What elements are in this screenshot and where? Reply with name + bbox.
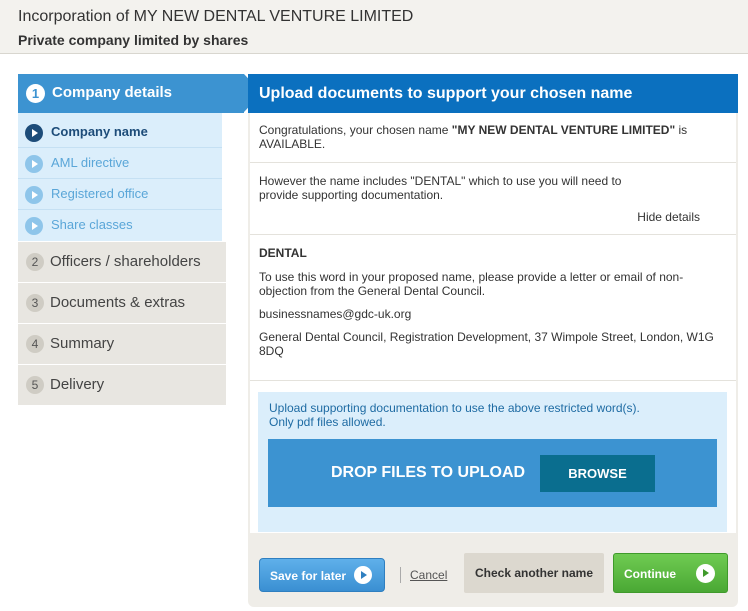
contact-email: businessnames@gdc-uk.org (259, 307, 412, 321)
step-label: Documents & extras (50, 294, 186, 311)
availability-prefix: Congratulations, your chosen name (259, 123, 452, 137)
upload-hint-line: Upload supporting documentation to use t… (269, 401, 640, 415)
save-label: Save for later (270, 569, 347, 583)
instruction-line: objection from the General Dental Counci… (259, 284, 486, 298)
panel-body: Congratulations, your chosen name "MY NE… (250, 113, 736, 533)
continue-button[interactable]: Continue (613, 553, 728, 593)
arrow-circle-icon (696, 564, 715, 583)
step-officers-shareholders[interactable]: 2 Officers / shareholders (18, 241, 226, 282)
restriction-line: provide supporting documentation. (259, 188, 444, 202)
browse-button[interactable]: BROWSE (540, 455, 655, 492)
step-number: 1 (26, 84, 45, 103)
substep-label: Share classes (51, 217, 133, 232)
continue-label: Continue (624, 567, 676, 581)
substep-list: Company name AML directive Registered of… (18, 113, 222, 241)
restriction-notice: However the name includes "DENTAL" which… (250, 163, 736, 235)
instruction-line: To use this word in your proposed name, … (259, 270, 684, 284)
save-for-later-button[interactable]: Save for later (259, 558, 385, 592)
file-dropzone[interactable]: DROP FILES TO UPLOAD BROWSE (268, 439, 717, 507)
step-summary[interactable]: 4 Summary (18, 323, 226, 364)
substep-share-classes[interactable]: Share classes (18, 210, 222, 241)
substep-label: Company name (51, 124, 148, 139)
address-line: 8DQ (259, 344, 284, 358)
substep-registered-office[interactable]: Registered office (18, 179, 222, 210)
arrow-circle-icon (25, 124, 43, 142)
availability-message: Congratulations, your chosen name "MY NE… (250, 113, 736, 163)
step-label: Summary (50, 335, 115, 352)
page-subtitle: Private company limited by shares (18, 32, 249, 48)
address-line: General Dental Council, Registration Dev… (259, 330, 714, 344)
cancel-link[interactable]: Cancel (410, 568, 447, 582)
instruction-text: To use this word in your proposed name, … (259, 270, 727, 298)
step-documents-extras[interactable]: 3 Documents & extras (18, 282, 226, 323)
step-number: 3 (26, 294, 44, 312)
divider (400, 567, 401, 583)
upload-panel: Upload documents to support your chosen … (248, 74, 738, 607)
step-label: Company details (52, 84, 173, 101)
step-number: 4 (26, 335, 44, 353)
upload-hint: Upload supporting documentation to use t… (269, 401, 640, 429)
restriction-line: However the name includes "DENTAL" which… (259, 174, 622, 188)
step-company-details[interactable]: 1 Company details (18, 74, 262, 113)
contact-address: General Dental Council, Registration Dev… (259, 330, 727, 358)
page-header: Incorporation of MY NEW DENTAL VENTURE L… (0, 0, 748, 54)
step-label: Delivery (50, 376, 105, 393)
arrow-circle-icon (354, 566, 372, 584)
step-number: 5 (26, 376, 44, 394)
substep-aml-directive[interactable]: AML directive (18, 148, 222, 179)
step-label: Officers / shareholders (50, 253, 201, 270)
substep-company-name[interactable]: Company name (18, 117, 222, 148)
panel-title: Upload documents to support your chosen … (248, 74, 738, 113)
progress-sidebar: 1 Company details Company name AML direc… (18, 74, 262, 405)
substep-label: AML directive (51, 155, 130, 170)
step-delivery[interactable]: 5 Delivery (18, 364, 226, 405)
step-number: 2 (26, 253, 44, 271)
chosen-name: "MY NEW DENTAL VENTURE LIMITED" (451, 123, 676, 137)
hide-details-link[interactable]: Hide details (637, 210, 700, 224)
substep-label: Registered office (51, 186, 149, 201)
upload-hint-line: Only pdf files allowed. (269, 415, 386, 429)
arrow-circle-icon (25, 217, 43, 235)
arrow-circle-icon (25, 186, 43, 204)
page-title: Incorporation of MY NEW DENTAL VENTURE L… (18, 8, 414, 25)
restricted-word-details: DENTAL To use this word in your proposed… (250, 235, 736, 381)
restricted-word: DENTAL (259, 246, 307, 260)
drop-files-label: DROP FILES TO UPLOAD (331, 464, 526, 481)
check-another-name-button[interactable]: Check another name (464, 553, 604, 593)
upload-area: Upload supporting documentation to use t… (258, 392, 727, 532)
arrow-circle-icon (25, 155, 43, 173)
